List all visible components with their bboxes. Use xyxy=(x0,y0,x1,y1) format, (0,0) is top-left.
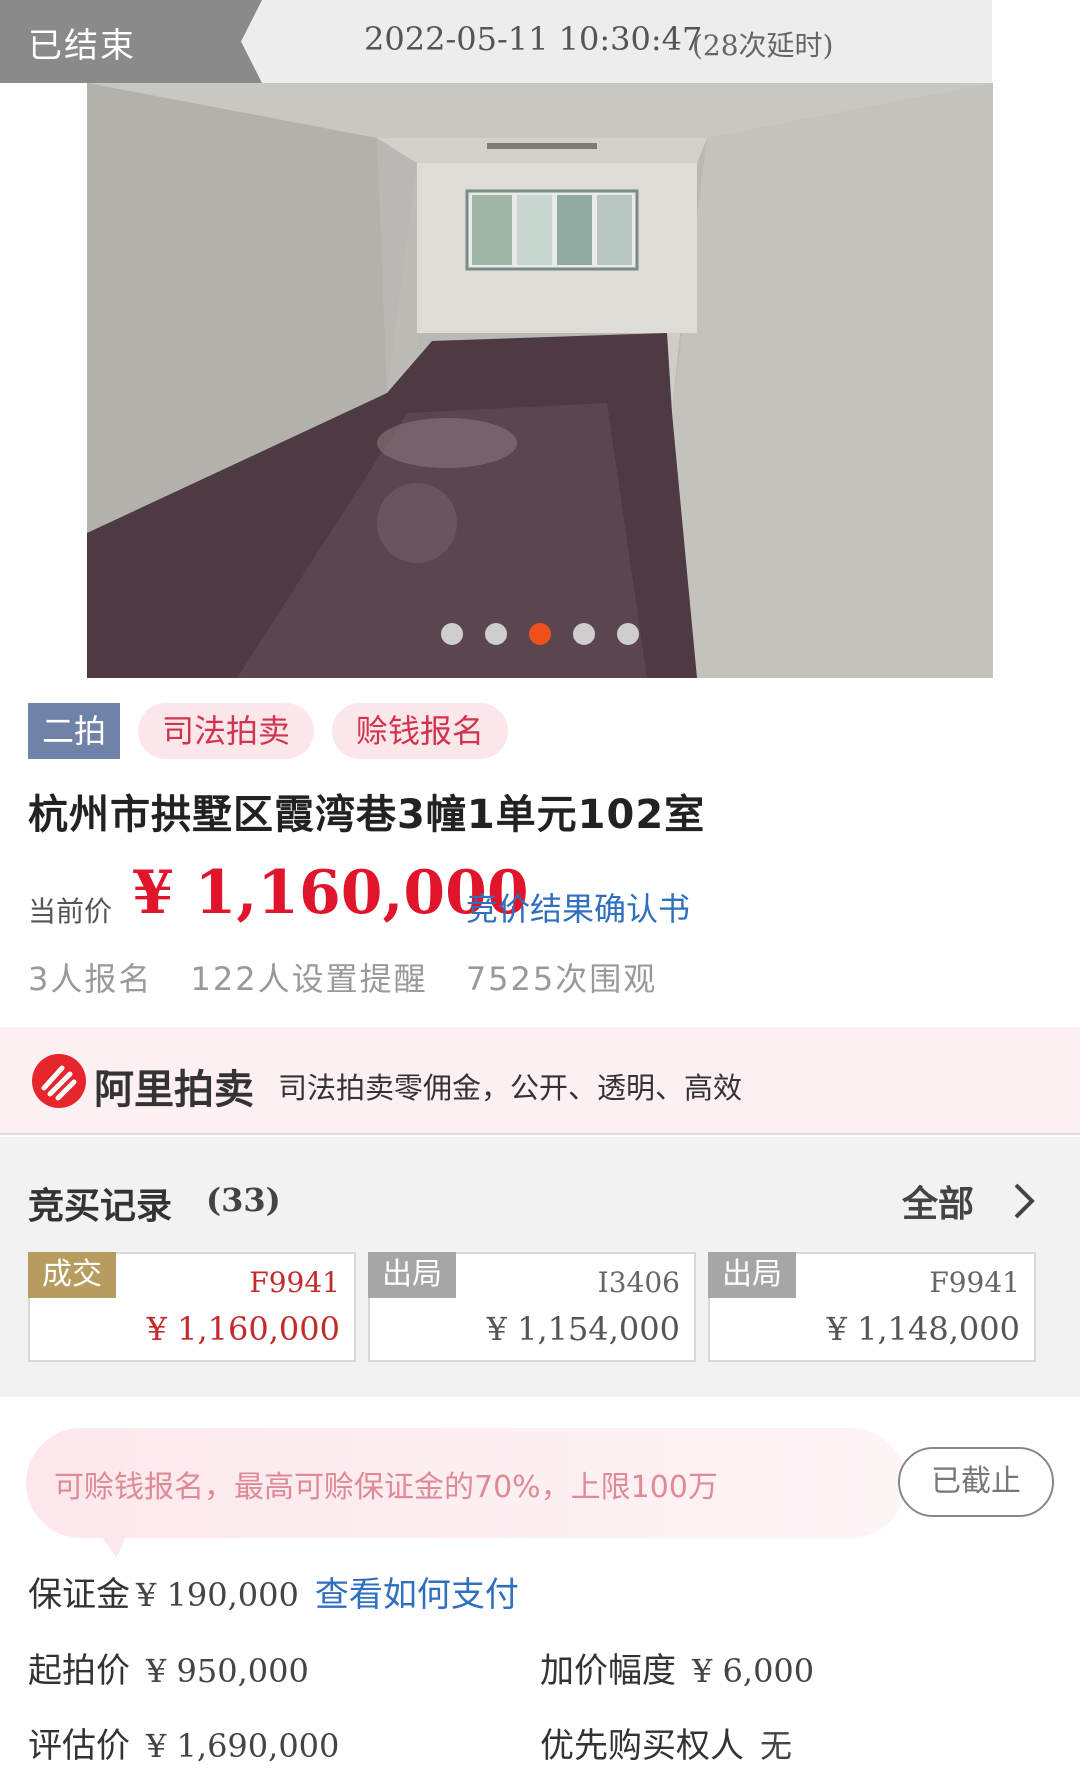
ali-auction-banner[interactable]: 阿里拍卖 司法拍卖零佣金，公开、透明、高效 xyxy=(0,1027,1080,1135)
delay-count: (28次延时) xyxy=(692,29,834,62)
loan-signup-tag: 赊钱报名 xyxy=(332,703,509,759)
bid-record-list: 成交 F9941 ¥ 1,160,000 出局 I3406 ¥ 1,154,00… xyxy=(28,1252,1036,1362)
top-right-blank xyxy=(992,0,1080,83)
auction-stats: 3人报名 122人设置提醒 7525次围观 xyxy=(28,954,683,1000)
deposit-row: 保证金 ¥ 190,000 查看如何支付 xyxy=(28,1567,519,1616)
view-count: 7525次围观 xyxy=(465,960,658,998)
bid-records-count: (33) xyxy=(206,1181,281,1219)
carousel-dot[interactable] xyxy=(529,623,551,645)
increment-row: 加价幅度 ¥ 6,000 xyxy=(540,1643,814,1692)
current-price-row: 当前价 ¥ 1,160,000 竞价结果确认书 xyxy=(28,858,1068,938)
start-price-value: ¥ 950,000 xyxy=(146,1652,309,1690)
bidder-id: F9941 xyxy=(929,1266,1020,1299)
auction-status-text: 已结束 xyxy=(28,26,136,66)
increment-label: 加价幅度 xyxy=(540,1651,676,1691)
chevron-right-icon[interactable] xyxy=(1010,1181,1038,1221)
priority-buyer-label: 优先购买权人 xyxy=(540,1726,744,1766)
signup-count: 3人报名 xyxy=(28,960,153,998)
bid-amount: ¥ 1,148,000 xyxy=(826,1310,1020,1348)
ali-auction-slogan: 司法拍卖零佣金，公开、透明、高效 xyxy=(278,1071,743,1105)
bidder-id: F9941 xyxy=(249,1266,340,1299)
auction-round-tag: 二拍 xyxy=(28,703,121,759)
bid-amount: ¥ 1,154,000 xyxy=(486,1310,680,1348)
loan-signup-banner: 可赊钱报名，最高可赊保证金的70%，上限100万 xyxy=(26,1428,906,1558)
bid-record-card[interactable]: 出局 I3406 ¥ 1,154,000 xyxy=(368,1252,696,1362)
auction-status-bar: 已结束 2022-05-11 10:30:47 (28次延时) xyxy=(0,0,1080,83)
carousel-dot[interactable] xyxy=(573,623,595,645)
loan-closed-button[interactable]: 已截止 xyxy=(898,1447,1054,1517)
deposit-label: 保证金 xyxy=(28,1575,130,1615)
bid-status-badge: 出局 xyxy=(368,1252,456,1298)
priority-buyer-value: 无 xyxy=(760,1727,793,1765)
speech-bubble-tail xyxy=(96,1528,130,1558)
current-price-label: 当前价 xyxy=(28,895,113,928)
bid-records-title: 竞买记录 xyxy=(28,1186,173,1227)
carousel-indicators xyxy=(87,623,993,645)
bid-record-card[interactable]: 成交 F9941 ¥ 1,160,000 xyxy=(28,1252,356,1362)
property-title: 杭州市拱墅区霞湾巷3幢1单元102室 xyxy=(28,792,706,838)
deposit-value: ¥ 190,000 xyxy=(136,1576,299,1614)
view-all-bids-link[interactable]: 全部 xyxy=(902,1175,974,1227)
auction-tags: 二拍 司法拍卖 赊钱报名 xyxy=(28,703,509,759)
increment-value: ¥ 6,000 xyxy=(692,1652,815,1690)
judicial-auction-tag: 司法拍卖 xyxy=(138,703,315,759)
appraisal-value: ¥ 1,690,000 xyxy=(146,1727,340,1765)
property-photo-carousel[interactable] xyxy=(87,83,993,678)
start-price-row: 起拍价 ¥ 950,000 xyxy=(28,1643,309,1692)
bid-status-badge: 出局 xyxy=(708,1252,796,1298)
ali-auction-brand: 阿里拍卖 xyxy=(94,1067,254,1113)
auction-status-badge: 已结束 xyxy=(0,0,262,83)
appraisal-row: 评估价 ¥ 1,690,000 xyxy=(28,1718,339,1767)
reminder-count: 122人设置提醒 xyxy=(190,960,428,998)
bid-result-confirmation-link[interactable]: 竞价结果确认书 xyxy=(466,884,690,930)
bid-amount: ¥ 1,160,000 xyxy=(146,1310,340,1348)
carousel-dot[interactable] xyxy=(441,623,463,645)
room-photo xyxy=(87,83,993,678)
bid-status-badge: 成交 xyxy=(28,1252,116,1298)
bid-records-section: 竞买记录 (33) 全部 成交 F9941 ¥ 1,160,000 出局 I34… xyxy=(0,1137,1080,1397)
bidder-id: I3406 xyxy=(597,1266,680,1299)
priority-buyer-row: 优先购买权人无 xyxy=(540,1718,792,1767)
end-time: 2022-05-11 10:30:47 xyxy=(364,20,703,58)
carousel-dot[interactable] xyxy=(485,623,507,645)
ali-auction-logo-icon xyxy=(32,1054,86,1108)
appraisal-label: 评估价 xyxy=(28,1726,130,1766)
how-to-pay-link[interactable]: 查看如何支付 xyxy=(315,1575,519,1615)
start-price-label: 起拍价 xyxy=(28,1651,130,1691)
loan-signup-text: 可赊钱报名，最高可赊保证金的70%，上限100万 xyxy=(54,1470,718,1505)
carousel-dot[interactable] xyxy=(617,623,639,645)
bid-record-card[interactable]: 出局 F9941 ¥ 1,148,000 xyxy=(708,1252,1036,1362)
